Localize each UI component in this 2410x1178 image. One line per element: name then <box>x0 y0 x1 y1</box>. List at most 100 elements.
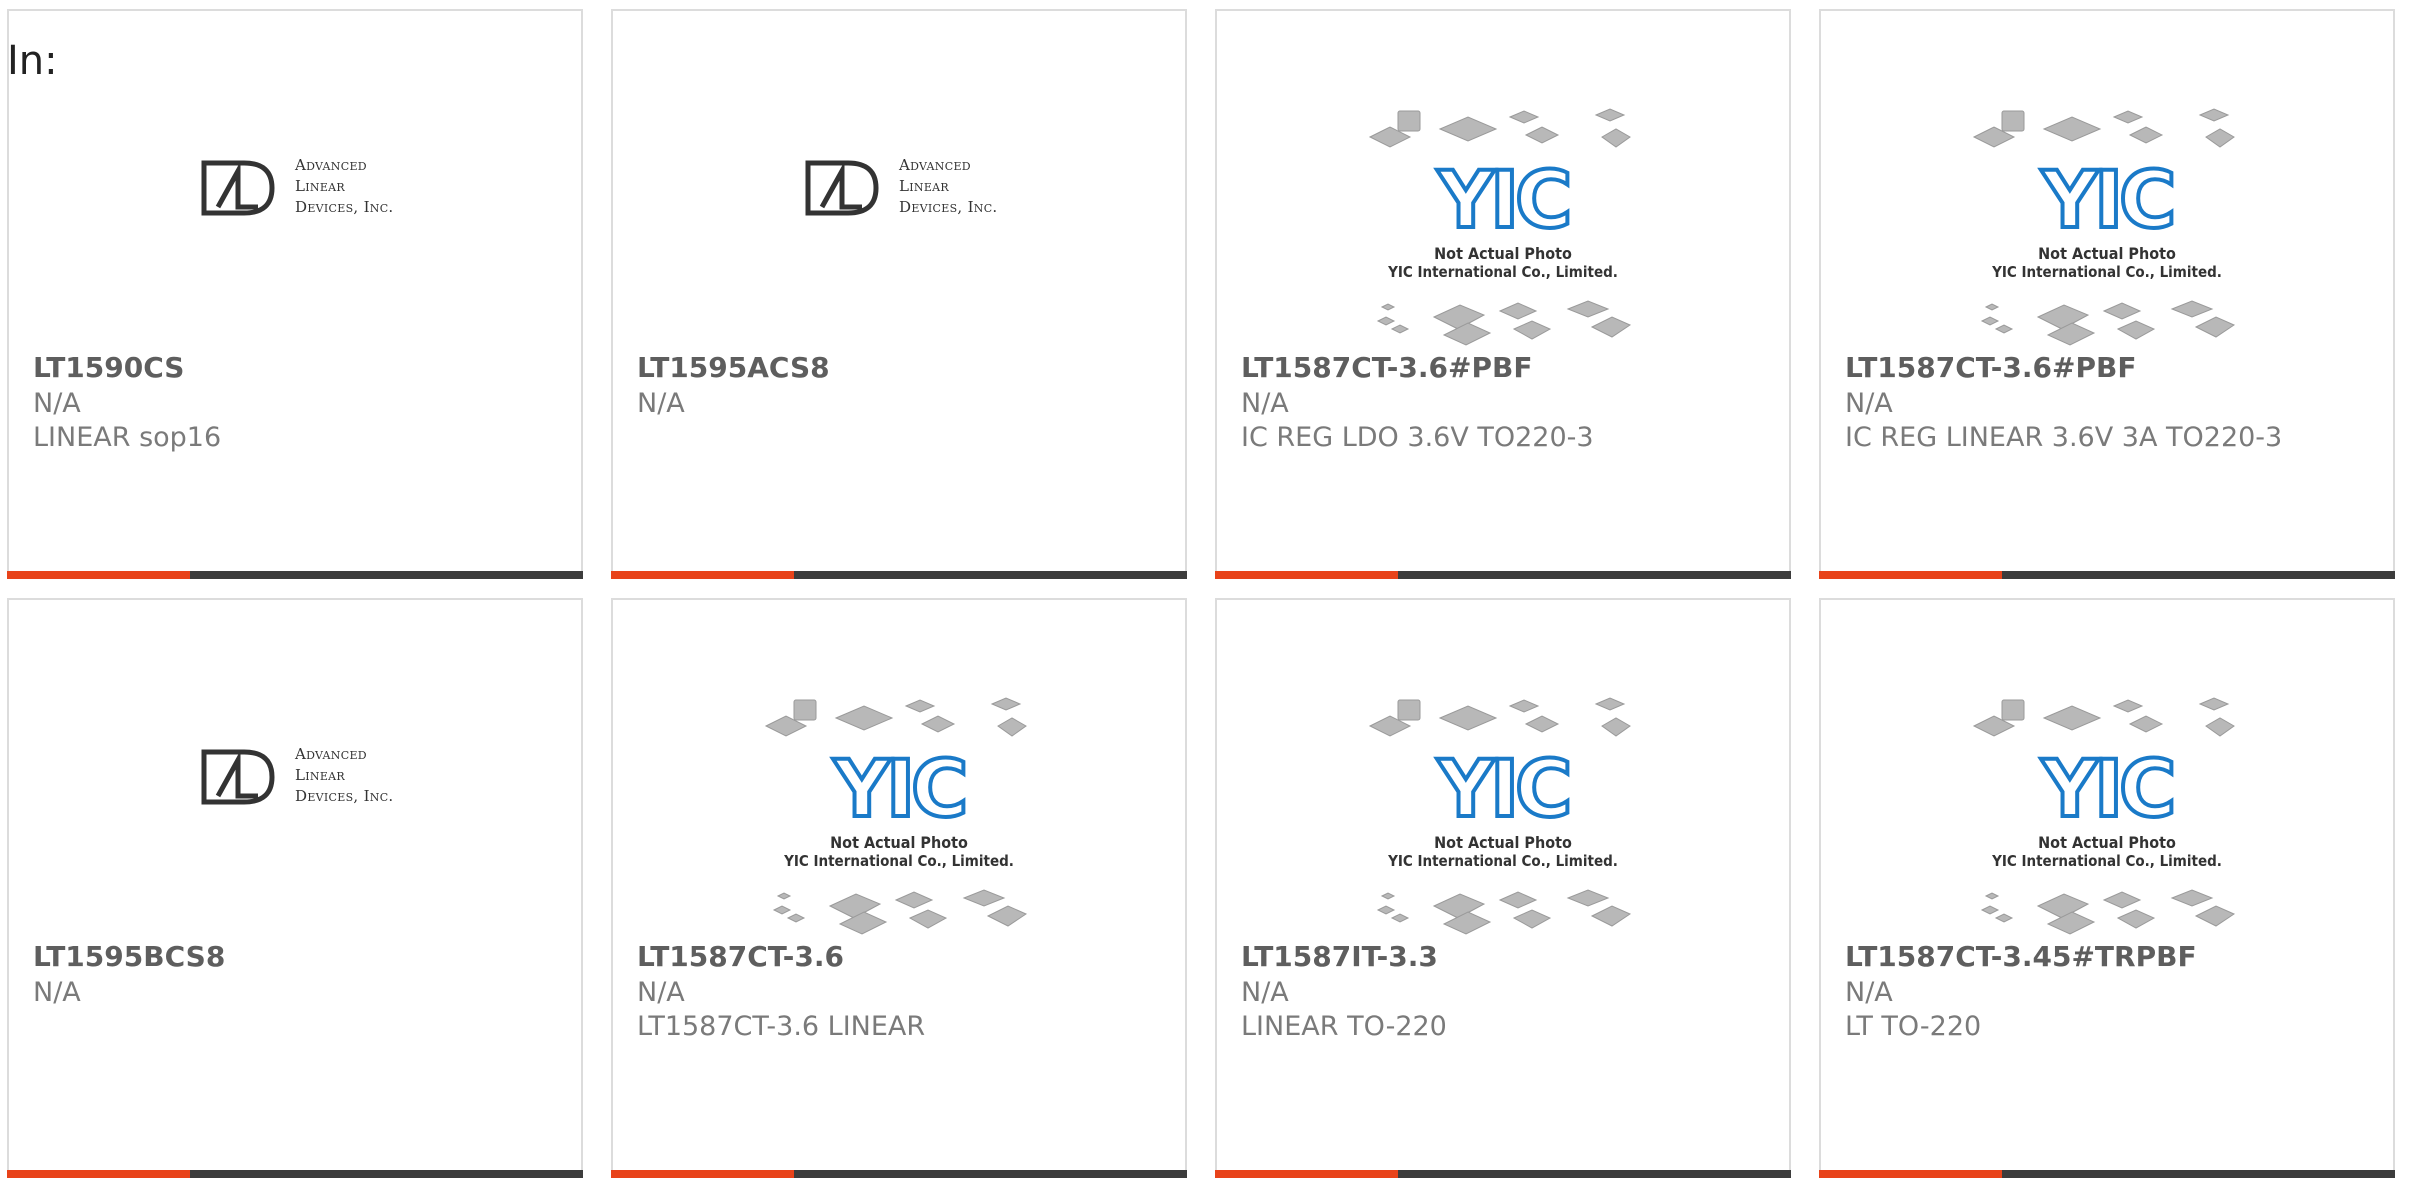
ald-logo-line: Linear <box>295 177 345 195</box>
card-bottom-bar <box>7 571 583 579</box>
chip-packages-icon <box>764 697 1027 737</box>
product-image[interactable]: YIC Not Actual Photo YIC International C… <box>1217 11 1789 351</box>
placeholder-caption: Not Actual Photo <box>830 833 968 852</box>
svg-text:YIC: YIC <box>833 748 965 824</box>
product-description: LINEAR TO-220 <box>1241 1011 1447 1042</box>
card-bottom-bar <box>611 1170 1187 1178</box>
product-manufacturer: N/A <box>637 977 685 1008</box>
not-actual-photo-placeholder: YIC Not Actual Photo YIC International C… <box>1972 107 2242 353</box>
placeholder-company: YIC International Co., Limited. <box>1388 263 1618 281</box>
card-accent-bar <box>7 1170 190 1178</box>
not-actual-photo-placeholder: YIC Not Actual Photo YIC International C… <box>1368 107 1638 353</box>
placeholder-caption: Not Actual Photo <box>2038 244 2176 263</box>
ald-logo-text: Advanced Linear Devices, Inc. <box>295 744 394 807</box>
yic-logo-icon: YIC <box>2039 159 2179 235</box>
not-actual-photo-placeholder: YIC Not Actual Photo YIC International C… <box>1368 696 1638 942</box>
manufacturer-logo: Advanced Linear Devices, Inc. <box>802 153 1006 223</box>
product-manufacturer: N/A <box>637 388 685 419</box>
product-name[interactable]: LT1587CT-3.6#PBF <box>1241 351 1532 384</box>
card-bottom-bar <box>1215 1170 1791 1178</box>
product-card[interactable]: Advanced Linear Devices, Inc. LT1595ACS8… <box>611 9 1187 579</box>
card-accent-bar <box>1819 1170 2002 1178</box>
product-description: LT TO-220 <box>1845 1011 1982 1042</box>
product-image[interactable]: YIC Not Actual Photo YIC International C… <box>1217 600 1789 940</box>
card-accent-bar <box>1215 571 1398 579</box>
ald-logo-mark-icon <box>201 160 275 216</box>
product-card[interactable]: Advanced Linear Devices, Inc. LT1590CS N/… <box>7 9 583 579</box>
product-manufacturer: N/A <box>1845 388 1893 419</box>
svg-text:YIC: YIC <box>1437 748 1569 824</box>
card-bottom-bar <box>1215 571 1791 579</box>
chip-packages-icon <box>1980 889 2236 935</box>
chip-packages-icon <box>1368 697 1631 737</box>
card-accent-bar <box>7 571 190 579</box>
placeholder-company: YIC International Co., Limited. <box>1388 852 1618 870</box>
product-description: IC REG LDO 3.6V TO220-3 <box>1241 422 1594 453</box>
card-accent-bar <box>611 571 794 579</box>
product-image[interactable]: Advanced Linear Devices, Inc. <box>9 11 581 351</box>
ald-logo-line: Advanced <box>899 156 971 174</box>
product-description: IC REG LINEAR 3.6V 3A TO220-3 <box>1845 422 2283 453</box>
svg-text:YIC: YIC <box>2041 748 2173 824</box>
placeholder-company: YIC International Co., Limited. <box>1992 263 2222 281</box>
product-card[interactable]: YIC Not Actual Photo YIC International C… <box>1819 598 2395 1178</box>
card-bottom-bar <box>1819 571 2395 579</box>
yic-logo-icon: YIC <box>2039 748 2179 824</box>
ald-logo-line: Advanced <box>295 745 367 763</box>
card-bottom-bar <box>7 1170 583 1178</box>
product-grid: Advanced Linear Devices, Inc. LT1590CS N/… <box>0 0 2410 1178</box>
yic-logo-icon: YIC <box>1435 748 1575 824</box>
chip-packages-icon <box>1980 300 2236 346</box>
not-actual-photo-placeholder: YIC Not Actual Photo YIC International C… <box>764 696 1034 942</box>
product-image[interactable]: YIC Not Actual Photo YIC International C… <box>1821 600 2393 940</box>
not-actual-photo-placeholder: YIC Not Actual Photo YIC International C… <box>1972 696 2242 942</box>
svg-text:YIC: YIC <box>1437 159 1569 235</box>
product-name[interactable]: LT1590CS <box>33 351 184 384</box>
chip-packages-icon <box>1376 300 1632 346</box>
svg-text:YIC: YIC <box>2041 159 2173 235</box>
filter-label: In: <box>7 38 58 84</box>
yic-logo-icon: YIC <box>831 748 971 824</box>
product-name[interactable]: LT1595BCS8 <box>33 940 225 973</box>
chip-packages-icon <box>1972 697 2235 737</box>
product-card[interactable]: YIC Not Actual Photo YIC International C… <box>1215 598 1791 1178</box>
product-manufacturer: N/A <box>1241 388 1289 419</box>
product-card[interactable]: YIC Not Actual Photo YIC International C… <box>1819 9 2395 579</box>
ald-logo-line: Advanced <box>295 156 367 174</box>
product-name[interactable]: LT1587CT-3.6 <box>637 940 844 973</box>
placeholder-company: YIC International Co., Limited. <box>784 852 1014 870</box>
placeholder-caption: Not Actual Photo <box>1434 833 1572 852</box>
product-name[interactable]: LT1587CT-3.6#PBF <box>1845 351 2136 384</box>
chip-packages-icon <box>772 889 1028 935</box>
product-name[interactable]: LT1595ACS8 <box>637 351 830 384</box>
product-image[interactable]: YIC Not Actual Photo YIC International C… <box>613 600 1185 940</box>
product-image[interactable]: Advanced Linear Devices, Inc. <box>613 11 1185 351</box>
product-name[interactable]: LT1587IT-3.3 <box>1241 940 1438 973</box>
product-description: LINEAR sop16 <box>33 422 222 453</box>
ald-logo-line: Devices, Inc. <box>899 198 998 216</box>
ald-logo-line: Linear <box>899 177 949 195</box>
manufacturer-logo: Advanced Linear Devices, Inc. <box>198 742 402 812</box>
card-bottom-bar <box>1819 1170 2395 1178</box>
ald-logo-line: Linear <box>295 766 345 784</box>
ald-logo-line: Devices, Inc. <box>295 198 394 216</box>
product-card[interactable]: YIC Not Actual Photo YIC International C… <box>1215 9 1791 579</box>
chip-packages-icon <box>1972 108 2235 148</box>
manufacturer-logo: Advanced Linear Devices, Inc. <box>198 153 402 223</box>
ald-logo-text: Advanced Linear Devices, Inc. <box>899 155 998 218</box>
product-manufacturer: N/A <box>1845 977 1893 1008</box>
product-image[interactable]: YIC Not Actual Photo YIC International C… <box>1821 11 2393 351</box>
placeholder-company: YIC International Co., Limited. <box>1992 852 2222 870</box>
product-manufacturer: N/A <box>1241 977 1289 1008</box>
card-bottom-bar <box>611 571 1187 579</box>
product-name[interactable]: LT1587CT-3.45#TRPBF <box>1845 940 2197 973</box>
ald-logo-mark-icon <box>201 749 275 805</box>
product-image[interactable]: Advanced Linear Devices, Inc. <box>9 600 581 940</box>
product-manufacturer: N/A <box>33 977 81 1008</box>
ald-logo-mark-icon <box>805 160 879 216</box>
product-card[interactable]: Advanced Linear Devices, Inc. LT1595BCS8… <box>7 598 583 1178</box>
product-card[interactable]: YIC Not Actual Photo YIC International C… <box>611 598 1187 1178</box>
card-accent-bar <box>1215 1170 1398 1178</box>
ald-logo-line: Devices, Inc. <box>295 787 394 805</box>
product-description: LT1587CT-3.6 LINEAR <box>637 1011 926 1042</box>
